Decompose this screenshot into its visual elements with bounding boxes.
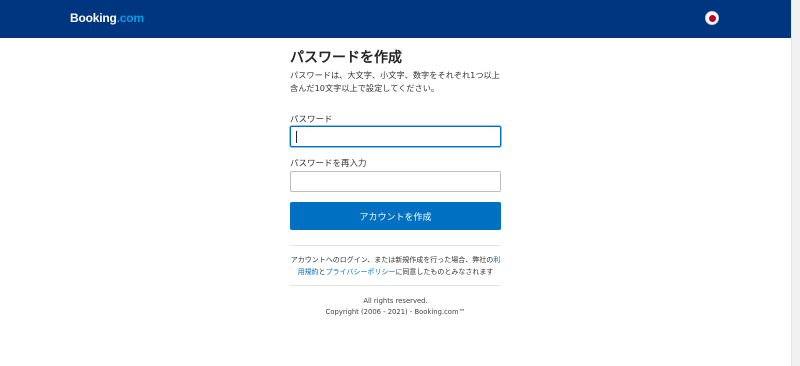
terms-prefix-text: アカウントへのログイン、または新規作成を行った場合、弊社の xyxy=(290,256,494,264)
terms-suffix-text: に同意したものとみなされます xyxy=(395,268,494,276)
privacy-policy-link[interactable]: プライバシーポリシー xyxy=(326,268,396,276)
rights-text: All rights reserved. xyxy=(363,297,428,305)
terms-joiner-text: と xyxy=(318,268,326,276)
logo-suffix-text: .com xyxy=(116,11,144,25)
page-footer: All rights reserved. Copyright (2006 - 2… xyxy=(290,296,501,318)
japan-flag-icon[interactable] xyxy=(705,11,719,25)
divider-bottom xyxy=(290,285,501,286)
terms-notice: アカウントへのログイン、または新規作成を行った場合、弊社の利用規約とプライバシー… xyxy=(290,254,501,278)
password-label: パスワード xyxy=(290,115,333,125)
password-input[interactable] xyxy=(290,126,501,147)
booking-logo[interactable]: Booking.com xyxy=(70,11,144,25)
create-account-button[interactable]: アカウントを作成 xyxy=(290,202,501,230)
password-requirements-text: パスワードは、大文字、小文字、数字をそれぞれ1つ以上含んだ10文字以上で設定して… xyxy=(290,70,500,93)
flag-sun-shape xyxy=(709,15,716,22)
top-header: Booking.com xyxy=(0,0,791,38)
page-scrollbar[interactable] xyxy=(791,0,800,366)
divider-top xyxy=(290,245,501,246)
copyright-text: Copyright (2006 - 2021) - Booking.com™ xyxy=(325,308,466,316)
page-title: パスワードを作成 xyxy=(290,50,402,66)
confirm-password-input[interactable] xyxy=(290,171,501,192)
text-caret xyxy=(296,131,297,143)
confirm-password-label: パスワードを再入力 xyxy=(290,159,367,169)
logo-main-text: Booking xyxy=(70,11,117,25)
